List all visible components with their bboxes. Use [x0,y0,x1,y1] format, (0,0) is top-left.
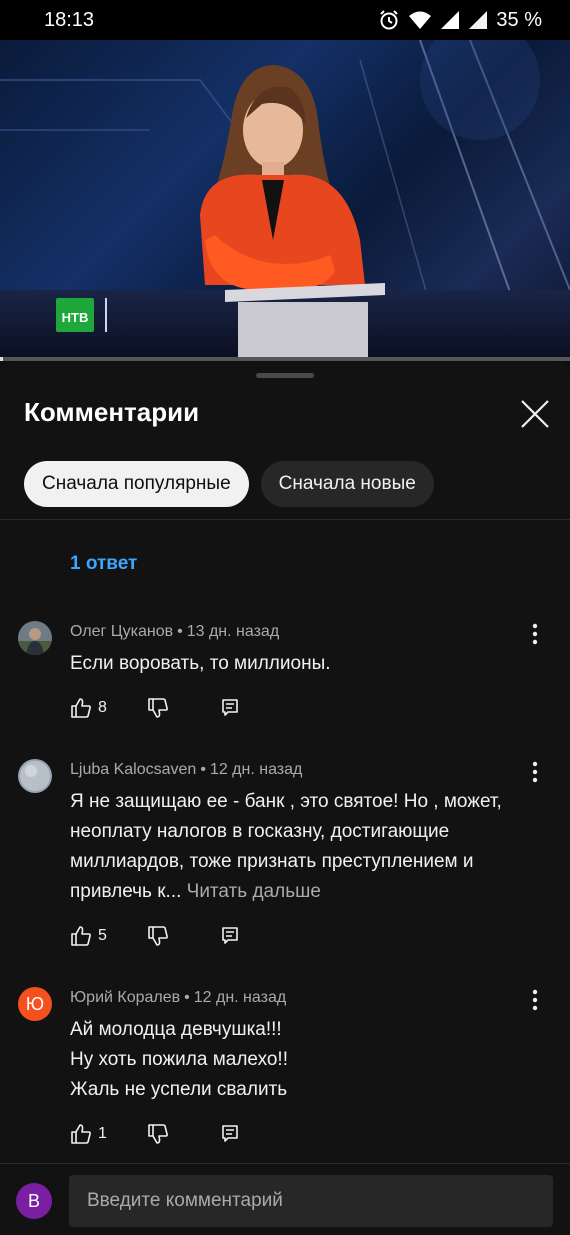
comment-line: Ай молодца девчушка!!! [70,1019,282,1040]
comment-meta: Юрий Коралев • 12 дн. назад [70,989,287,1006]
comment-actions: 5 [70,923,241,949]
comment-author[interactable]: Ljuba Kalocsaven [70,761,196,778]
signal-icon [440,10,460,30]
thumbs-up-icon [71,926,91,946]
channel-logo: НТВ [62,310,89,325]
comment-time: 12 дн. назад [193,989,287,1006]
like-button[interactable]: 1 [70,1123,107,1145]
sort-chip-popular[interactable]: Сначала популярные [24,461,249,507]
comment-input[interactable] [69,1175,553,1227]
user-avatar[interactable]: В [16,1183,52,1219]
comment-actions: 8 [70,695,241,721]
divider [0,519,570,520]
drag-handle[interactable] [256,373,314,378]
reply-button[interactable] [219,925,241,947]
more-options-button[interactable] [524,759,546,785]
video-player[interactable]: НТВ [0,40,570,360]
status-time: 18:13 [44,8,95,31]
status-bar: 18:13 35 % [0,0,570,40]
reply-button[interactable] [219,1123,241,1145]
wifi-icon [408,10,432,30]
more-options-button[interactable] [524,987,546,1013]
comment-time: 13 дн. назад [186,623,280,640]
comment-line: Ну хоть пожила малехо!! [70,1049,288,1070]
close-button[interactable] [518,397,552,431]
comment-line: Жаль не успели свалить [70,1079,288,1100]
thumbs-up-icon [71,1124,91,1144]
comment-meta: Ljuba Kalocsaven • 12 дн. назад [70,761,303,778]
avatar[interactable] [18,759,52,793]
comment-author[interactable]: Олег Цуканов [70,623,173,640]
like-button[interactable]: 5 [70,925,107,947]
signal-icon [468,10,488,30]
dislike-button[interactable] [147,697,169,719]
panel-title: Комментарии [24,397,200,427]
sort-chip-newest[interactable]: Сначала новые [260,461,434,507]
like-button[interactable]: 8 [70,697,107,719]
more-vert-icon [532,761,538,783]
comments-panel: Комментарии Сначала популярные Сначала н… [0,361,570,1235]
avatar[interactable]: Ю [18,987,52,1021]
reply-icon [222,699,238,716]
like-count: 8 [98,699,107,716]
comment-author[interactable]: Юрий Коралев [70,989,180,1006]
more-vert-icon [532,623,538,645]
dislike-button[interactable] [147,1123,169,1145]
close-icon [521,400,549,428]
status-icons: 35 % [378,9,542,32]
comment-composer: В [0,1163,570,1235]
replies-link[interactable]: 1 ответ [70,553,137,575]
thumbs-down-icon [148,1124,168,1144]
thumbs-up-icon [71,698,91,718]
battery-label: 35 % [496,8,542,31]
thumbs-down-icon [148,926,168,946]
reply-button[interactable] [219,697,241,719]
like-count: 5 [98,927,107,944]
thumbs-down-icon [148,698,168,718]
like-count: 1 [98,1125,107,1142]
avatar[interactable] [18,621,52,655]
more-vert-icon [532,989,538,1011]
sort-chips: Сначала популярные Сначала новые [24,461,434,507]
video-progress-fill [0,357,3,361]
comment-text: Я не защищаю ее - банк , это святое! Но … [70,787,540,907]
more-options-button[interactable] [524,621,546,647]
reply-icon [222,927,238,944]
reply-icon [222,1125,238,1142]
comment-time: 12 дн. назад [209,761,303,778]
alarm-icon [378,9,400,31]
comment-text: Если воровать, то миллионы. [70,653,331,674]
read-more-link[interactable]: Читать дальше [187,881,321,902]
comment-actions: 1 [70,1121,241,1147]
comment-meta: Олег Цуканов • 13 дн. назад [70,623,280,640]
comment-text: Ай молодца девчушка!!! Ну хоть пожила ма… [70,1015,540,1105]
dislike-button[interactable] [147,925,169,947]
